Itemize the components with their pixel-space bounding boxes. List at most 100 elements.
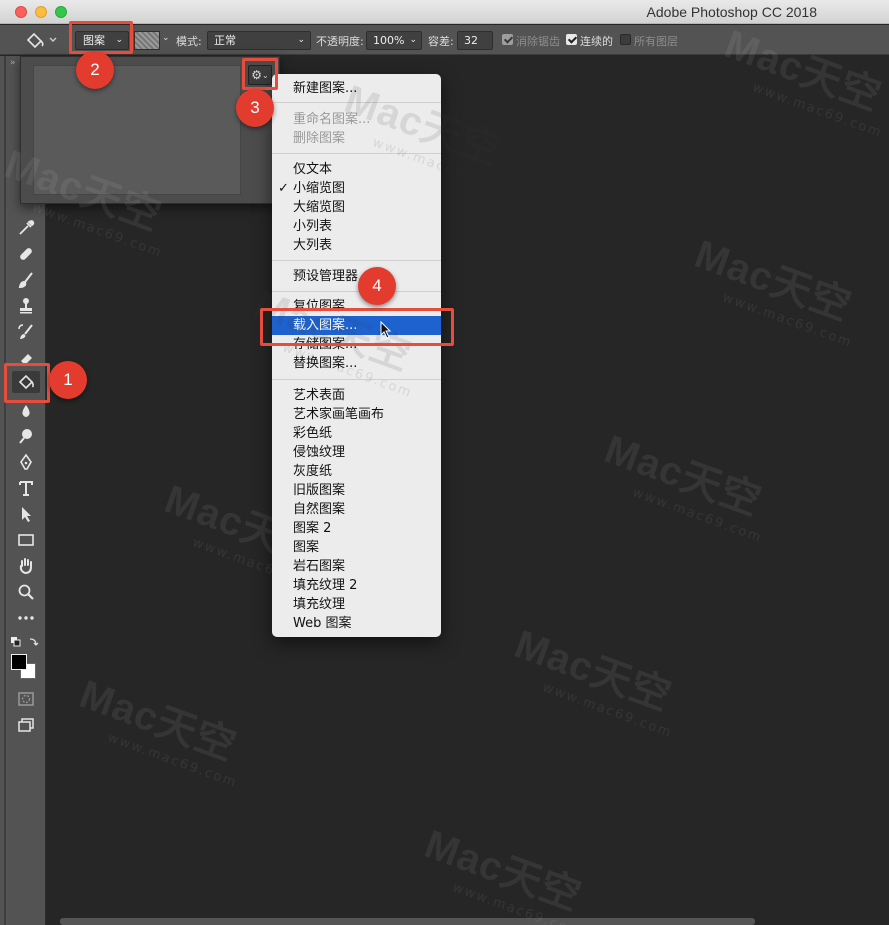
anti-alias-label: 消除锯齿 [516,35,560,48]
eyedropper-tool[interactable] [12,217,40,239]
menu-item-small-list[interactable]: 小列表 [272,217,441,236]
opacity-field[interactable]: 100% ⌄ [366,31,422,50]
close-window-button[interactable] [15,6,27,18]
healing-brush-tool[interactable] [12,243,40,265]
eyedropper-icon [19,220,35,235]
menu-item-nature-patterns[interactable]: 自然图案 [272,500,441,519]
pattern-swatch-button[interactable] [134,31,160,50]
picker-settings-button[interactable]: ⚙ ⌄ [248,65,272,85]
menu-item-patterns[interactable]: 图案 [272,538,441,557]
window-title: Adobe Photoshop CC 2018 [646,4,817,20]
contiguous-label: 连续的 [580,35,613,48]
opacity-value: 100% [373,34,405,47]
horizontal-scrollbar[interactable] [60,918,755,925]
path-selection-tool[interactable] [12,503,40,525]
step-badge-2: 2 [76,51,114,89]
menu-item-texture-fill[interactable]: 填充纹理 [272,595,441,614]
menu-item-patterns-2[interactable]: 图案 2 [272,519,441,538]
menu-item-grayscale-paper[interactable]: 灰度纸 [272,462,441,481]
eraser-tool[interactable] [12,347,40,369]
more-dots-icon [18,616,34,620]
menu-item-texture-fill-2[interactable]: 填充纹理 2 [272,576,441,595]
mode-value: 正常 [214,34,236,47]
blur-tool[interactable] [12,400,40,422]
menu-item-web-patterns[interactable]: Web 图案 [272,614,441,633]
paint-bucket-tool[interactable] [12,371,40,393]
all-layers-label: 所有图层 [634,35,678,48]
menu-item-save-patterns[interactable]: 存储图案... [272,335,441,354]
menu-item-rock-patterns[interactable]: 岩石图案 [272,557,441,576]
chevron-down-icon: ⌄ [262,70,269,80]
more-tools-button[interactable] [12,607,40,629]
chevron-down-icon: ⌄ [409,35,417,45]
step-badge-4: 4 [358,267,396,305]
menu-item-artists-brushes-canvas[interactable]: 艺术家画笔画布 [272,405,441,424]
clone-stamp-tool[interactable] [12,295,40,317]
stamp-icon [20,298,32,314]
opacity-label: 不透明度: [316,35,364,48]
dodge-tool[interactable] [12,425,40,447]
checkmark-icon: ✓ [278,181,289,196]
gear-icon: ⚙ [251,68,263,82]
menu-item-replace-patterns[interactable]: 替换图案... [272,354,441,373]
anti-alias-checkbox[interactable] [502,34,513,45]
history-brush-tool[interactable] [12,321,40,343]
brush-tool[interactable] [12,269,40,291]
menu-item-load-patterns[interactable]: 载入图案... [272,316,441,335]
eraser-icon [21,354,32,365]
chevron-down-icon[interactable]: ⌄ [162,33,170,43]
menu-item-reset-patterns[interactable]: 复位图案... [272,297,441,316]
menu-item-preset-manager[interactable]: 预设管理器... [272,267,441,286]
swap-colors-icon [11,637,39,647]
dodge-icon [19,429,32,444]
menu-item-artist-surfaces[interactable]: 艺术表面 [272,386,441,405]
menu-item-large-thumbnail[interactable]: 大缩览图 [272,198,441,217]
pattern-thumbnail-grid[interactable] [33,65,241,195]
hand-tool[interactable] [12,555,40,577]
menu-item-text-only[interactable]: 仅文本 [272,160,441,179]
menu-item-large-list[interactable]: 大列表 [272,236,441,255]
foreground-color-swatch[interactable] [11,654,27,670]
rectangle-icon [18,534,34,546]
options-bar: 图案 ⌄ ⌄ 模式: 正常 ⌄ 不透明度: 100% ⌄ 容差: 32 消除锯齿… [0,25,889,55]
quick-mask-icon [18,692,34,706]
mode-select[interactable]: 正常 ⌄ [207,31,311,50]
menu-item-legacy-patterns[interactable]: 旧版图案 [272,481,441,500]
title-bar: Adobe Photoshop CC 2018 [0,0,889,24]
all-layers-checkbox[interactable] [620,34,631,45]
menu-separator [272,153,441,154]
menu-item-small-thumbnail[interactable]: ✓ 小缩览图 [272,179,441,198]
menu-item-color-paper[interactable]: 彩色纸 [272,424,441,443]
pen-tool[interactable] [12,451,40,473]
menu-item-rename-pattern[interactable]: 重命名图案... [272,110,441,129]
type-tool[interactable] [12,477,40,499]
menu-separator [272,291,441,292]
menu-item-delete-pattern[interactable]: 删除图案 [272,129,441,148]
menu-item-erodible-textures[interactable]: 侵蚀纹理 [272,443,441,462]
menu-item-new-pattern[interactable]: 新建图案... [272,79,441,98]
panel-collapse-icon[interactable]: » [10,58,16,68]
pen-icon [20,453,32,470]
rectangle-tool[interactable] [12,529,40,551]
pattern-picker-menu: 新建图案... 重命名图案... 删除图案 仅文本 ✓ 小缩览图 大缩览图 小列… [272,74,441,637]
screen-mode-button[interactable] [12,714,40,736]
tolerance-field[interactable]: 32 [457,31,493,50]
fill-source-select[interactable]: 图案 ⌄ [75,31,129,50]
quick-mask-button[interactable] [12,688,40,710]
default-colors-button[interactable] [10,636,40,648]
mouse-cursor-icon [380,321,392,339]
screen-mode-icon [18,718,34,732]
maximize-window-button[interactable] [55,6,67,18]
drop-icon [22,405,30,417]
paint-bucket-icon [26,32,57,49]
contiguous-checkbox[interactable] [566,34,577,45]
menu-separator [272,260,441,261]
tolerance-label: 容差: [428,35,454,48]
zoom-tool[interactable] [12,581,40,603]
chevron-down-icon: ⌄ [297,35,305,45]
minimize-window-button[interactable] [35,6,47,18]
magnifier-icon [18,584,34,600]
step-badge-3: 3 [236,89,274,127]
tool-preset-picker[interactable] [22,30,64,50]
menu-separator [272,379,441,380]
